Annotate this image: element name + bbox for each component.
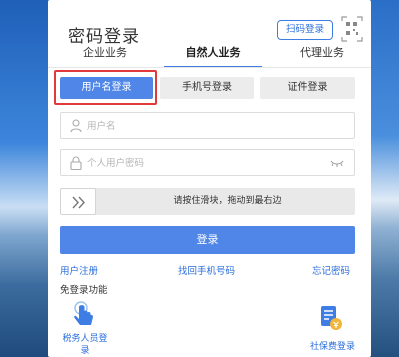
login-button[interactable]: 登录 [60,226,355,254]
login-card: 密码登录 扫码登录 企业业务 自然人业务 代理业务 用户名登录 手机号登录 证件… [48,0,371,357]
tab-agent-business[interactable]: 代理业务 [280,44,364,68]
password-field [60,149,355,176]
slider-instruction: 请按住滑块，拖动到最右边 [173,196,282,206]
no-login-title: 免登录功能 [60,285,108,296]
social-security-login-label[interactable]: 社保费登录 [310,341,355,353]
tab-phone-login[interactable]: 手机号登录 [160,77,254,99]
tax-staff-login-label[interactable]: 税务人员登录 [60,333,110,357]
highlight-frame [54,70,157,105]
scan-login-button[interactable]: 扫码登录 [277,20,333,40]
tab-divider [48,67,371,68]
touch-hand-icon[interactable] [70,300,98,328]
username-input[interactable] [87,118,327,134]
slider-handle[interactable] [60,188,96,215]
eye-closed-icon[interactable] [330,159,344,168]
slide-captcha: 请按住滑块，拖动到最右边 [60,188,355,215]
user-icon [70,119,82,133]
double-chevron-right-icon [72,196,85,209]
username-field [60,112,355,139]
password-input[interactable] [87,155,327,171]
recover-phone-link[interactable]: 找回手机号码 [178,263,235,277]
business-tabs: 企业业务 自然人业务 代理业务 [48,44,371,68]
tab-natural-person-business[interactable]: 自然人业务 [164,44,262,68]
tab-certificate-login[interactable]: 证件登录 [260,77,355,99]
tab-enterprise-business[interactable]: 企业业务 [64,44,146,68]
social-security-card-icon[interactable] [316,304,344,332]
register-link[interactable]: 用户注册 [60,263,98,277]
qr-code-icon[interactable] [341,16,363,42]
lock-icon [70,156,82,170]
forgot-password-link[interactable]: 忘记密码 [312,263,350,277]
background-left [0,0,48,357]
